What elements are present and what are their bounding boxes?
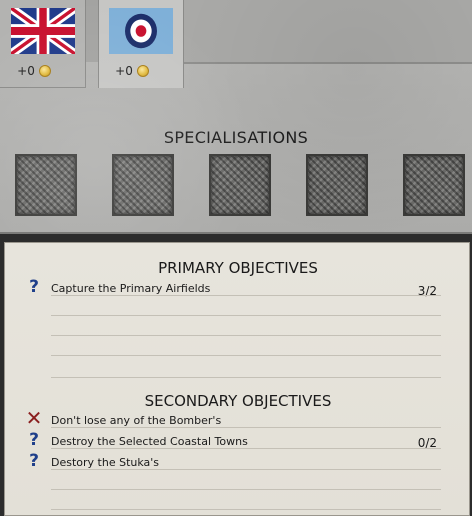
- specialisation-slot-2[interactable]: [112, 154, 174, 216]
- secondary-objectives-title: SECONDARY OBJECTIVES: [144, 392, 332, 410]
- divider: [51, 427, 441, 428]
- header-plate: [184, 0, 472, 64]
- income-uk-value: +0: [17, 64, 35, 78]
- divider: [51, 509, 441, 510]
- specialisation-slot-5[interactable]: [403, 154, 465, 216]
- divider: [51, 355, 441, 356]
- faction-panel: +0 +0 SPECIALISATIONS: [0, 0, 472, 234]
- primary-objectives-title: PRIMARY OBJECTIVES: [158, 259, 318, 277]
- specialisation-slot-1[interactable]: [15, 154, 77, 216]
- divider: [51, 489, 441, 490]
- question-icon[interactable]: ?: [25, 278, 43, 296]
- cross-icon[interactable]: ✕: [25, 408, 43, 428]
- question-icon[interactable]: ?: [25, 452, 43, 470]
- objectives-panel: PRIMARY OBJECTIVES ? Capture the Primary…: [4, 242, 470, 516]
- specialisation-slot-3[interactable]: [209, 154, 271, 216]
- income-raf-value: +0: [115, 64, 133, 78]
- coin-icon: [38, 65, 51, 77]
- coin-icon: [136, 65, 149, 77]
- raf-roundel-flag-icon[interactable]: [109, 8, 173, 54]
- question-icon[interactable]: ?: [25, 431, 43, 449]
- secondary-objective-text: Destroy the Selected Coastal Towns: [51, 435, 248, 448]
- divider: [51, 295, 441, 296]
- divider: [51, 377, 441, 378]
- specialisation-slot-4[interactable]: [306, 154, 368, 216]
- divider: [51, 469, 441, 470]
- union-jack-flag-icon[interactable]: [11, 8, 75, 54]
- divider: [51, 335, 441, 336]
- specialisations-title: SPECIALISATIONS: [163, 128, 309, 147]
- divider: [51, 315, 441, 316]
- divider: [51, 448, 441, 449]
- secondary-objective-text: Destory the Stuka's: [51, 456, 160, 469]
- income-uk: +0: [4, 64, 64, 78]
- primary-objective-text: Capture the Primary Airfields: [51, 282, 211, 295]
- secondary-objective-text: Don't lose any of the Bomber's: [51, 414, 222, 427]
- income-raf: +0: [102, 64, 162, 78]
